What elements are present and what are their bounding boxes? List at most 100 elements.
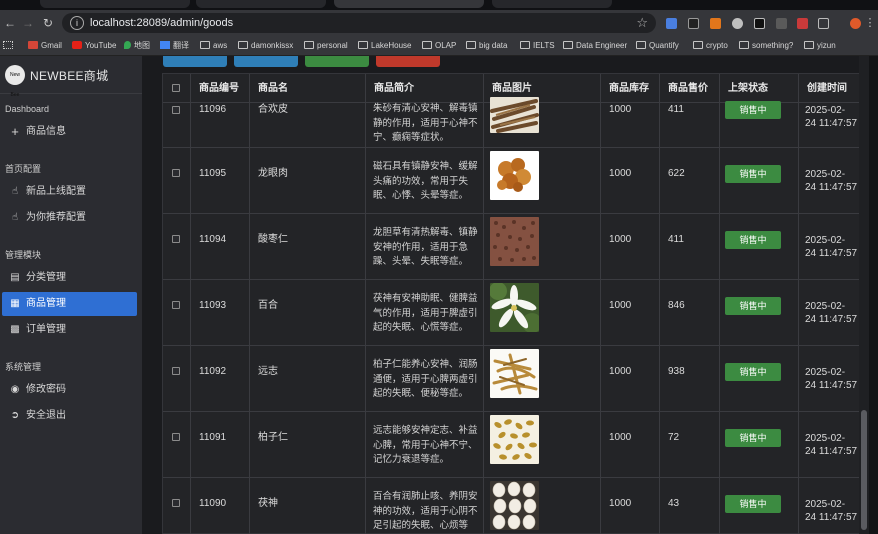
goods-image-licorice[interactable] [490,97,539,133]
bookmark-star-icon[interactable]: ☆ [636,14,648,32]
bookmark-gmail[interactable]: Gmail [28,40,62,52]
apps-grid-icon[interactable] [3,40,16,52]
bookmarks-bar: Gmail YouTube 地图 翻译 aws damonkissx perso… [0,36,878,56]
table-row[interactable]: 11093 百合 茯神有安神助眠、健脾益气的作用，适用于脾虚引起的失眠、心慌等症… [163,280,860,346]
bookmark-folder[interactable]: OLAP [422,40,456,52]
brand[interactable]: New Bee NEWBEE商城 [0,56,142,98]
circle-extension-icon[interactable] [732,18,743,29]
table-row[interactable]: 11096 合欢皮 朱砂有清心安神、解毒镇静的作用，适用于心神不宁、癫痫等症状。… [163,97,860,148]
site-info-icon[interactable]: i [70,16,84,30]
goods-id: 11096 [199,104,227,115]
row-checkbox[interactable] [172,235,180,243]
col-header-name[interactable]: 商品名 [258,82,288,96]
created-time: 2025-02- 24 11:47:57 [805,367,858,391]
col-header-status[interactable]: 上架状态 [728,82,768,96]
col-header-price[interactable]: 商品售价 [668,82,708,96]
table-row[interactable]: 11094 酸枣仁 龙胆草有清热解毒、镇静安神的作用，适用于急躁、头晕、失眠等症… [163,214,860,280]
vertical-scrollbar[interactable] [859,56,869,534]
table-row[interactable]: 11095 龙眼肉 磁石具有镇静安神、缓解头痛的功效，常用于失眠、心悸、头晕等症… [163,148,860,214]
sidebar-item-recommend-config[interactable]: ☝ 为你推荐配置 [2,206,137,230]
bookmark-youtube[interactable]: YouTube [72,40,116,52]
add-button[interactable] [163,56,227,67]
folder-icon [563,41,573,49]
bookmark-translate[interactable]: 翻译 [160,40,189,52]
goods-image-lily[interactable] [490,283,539,332]
bookmark-maps[interactable]: 地图 [124,40,150,52]
goods-price: 846 [668,300,685,311]
row-checkbox[interactable] [172,169,180,177]
bookmark-folder[interactable]: IELTS [520,40,555,52]
goods-image-longan[interactable] [490,151,539,200]
status-badge: 销售中 [725,231,781,249]
sidebar-item-password[interactable]: ◉ 修改密码 [2,378,137,402]
row-checkbox[interactable] [172,301,180,309]
col-header-stock[interactable]: 商品库存 [609,82,649,96]
address-bar[interactable]: i localhost:28089/admin/goods ☆ [62,13,656,33]
col-header-image[interactable]: 商品图片 [492,82,532,96]
sidebar-item-goods-info[interactable]: + 商品信息 [2,120,137,144]
bookmark-folder[interactable]: LakeHouse [358,40,411,52]
translate-extension-icon[interactable] [666,18,677,29]
bookmark-folder[interactable]: something? [739,40,793,52]
cam-extension-icon[interactable] [754,18,765,29]
lock-icon: ◉ [10,384,20,395]
bookmark-folder[interactable]: damonkissx [238,40,293,52]
browser-tab-active[interactable] [334,0,484,8]
row-checkbox[interactable] [172,433,180,441]
goods-image-jujube-seed[interactable] [490,217,539,266]
folder-icon [200,41,210,49]
bookmark-folder[interactable]: Quantify [636,40,679,52]
bookmark-folder[interactable]: aws [200,40,227,52]
put-on-sale-button[interactable] [305,56,369,67]
sidebar-item-logout[interactable]: ➲ 安全退出 [2,404,137,428]
take-off-sale-button[interactable] [376,56,440,67]
back-icon[interactable]: ← [2,15,18,31]
forward-icon[interactable]: → [20,15,36,31]
bookmark-folder[interactable]: crypto [693,40,728,52]
profile-avatar[interactable] [850,18,861,29]
order-icon: ▩ [10,324,20,335]
col-header-desc[interactable]: 商品简介 [374,82,414,96]
bookmark-folder[interactable]: personal [304,40,348,52]
browser-tab[interactable] [196,0,326,8]
browser-tab[interactable] [40,0,190,8]
col-header-created[interactable]: 创建时间 [807,82,847,96]
scrollbar-thumb[interactable] [861,410,867,530]
col-header-id[interactable]: 商品编号 [199,82,239,96]
sidebar-item-category[interactable]: ▤ 分类管理 [2,266,137,290]
x-extension-icon[interactable] [688,18,699,29]
goods-desc: 百合有润肺止咳、养阴安神的功效，适用于心阴不足引起的失眠、心烦等 [373,491,478,531]
goods-name: 茯神 [258,498,278,509]
sidebar-item-new-config[interactable]: ☝ 新品上线配置 [2,180,137,204]
table-row[interactable]: 11091 柏子仁 远志能够安神定志、补益心脾，常用于心神不宁、记忆力衰退等症。… [163,412,860,478]
goods-price: 72 [668,432,680,443]
red-extension-icon[interactable] [797,18,808,29]
menu-kebab-icon[interactable]: ⋮ [862,15,878,31]
reload-icon[interactable]: ↻ [40,15,56,31]
edit-button[interactable] [234,56,298,67]
goods-id: 11095 [199,168,227,179]
box-extension-icon[interactable] [776,18,787,29]
sidebar-item-orders[interactable]: ▩ 订单管理 [2,318,137,342]
select-all-checkbox[interactable] [172,84,180,92]
bookmark-folder[interactable]: big data [466,40,507,52]
goods-image-poria[interactable] [490,481,539,530]
goods-desc: 柏子仁能养心安神、润肠通便，适用于心脾两虚引起的失眠、便秘等症。 [373,359,478,399]
address-url[interactable]: localhost:28089/admin/goods [90,16,233,30]
bookmark-folder[interactable]: yizun [804,40,836,52]
bookmark-folder[interactable]: Data Engineer [563,40,627,52]
puzzle-icon[interactable] [818,18,829,29]
browser-tab[interactable] [492,0,612,8]
table-row[interactable]: 11090 茯神 百合有润肺止咳、养阴安神的功效，适用于心阴不足引起的失眠、心烦… [163,478,860,534]
created-time: 2025-02- 24 11:47:57 [805,105,858,129]
row-checkbox[interactable] [172,367,180,375]
goods-image-arborvitae-seed[interactable] [490,415,539,464]
goods-price: 411 [668,234,684,245]
sidebar-item-goods[interactable]: ▦ 商品管理 [2,292,137,316]
row-checkbox[interactable] [172,499,180,507]
folder-icon [739,41,749,49]
row-checkbox[interactable] [172,106,180,114]
goods-image-polygala[interactable] [490,349,539,398]
metamask-extension-icon[interactable] [710,18,721,29]
table-row[interactable]: 11092 远志 柏子仁能养心安神、润肠通便，适用于心脾两虚引起的失眠、便秘等症… [163,346,860,412]
